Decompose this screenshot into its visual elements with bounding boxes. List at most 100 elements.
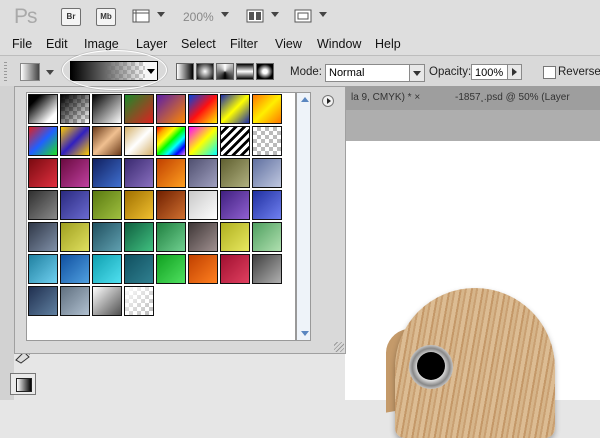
scroll-up-icon[interactable] <box>301 97 309 102</box>
gradient-swatch[interactable] <box>60 254 90 284</box>
gradient-swatch[interactable] <box>220 158 250 188</box>
reverse-checkbox[interactable] <box>543 66 556 79</box>
gradient-swatch[interactable] <box>28 94 58 124</box>
menu-filter[interactable]: Filter <box>230 37 258 51</box>
bridge-button[interactable]: Br <box>61 8 81 26</box>
opacity-label: Opacity: <box>429 66 472 78</box>
gradient-swatch[interactable] <box>92 158 122 188</box>
gradient-tool-icon[interactable] <box>10 373 36 395</box>
gradient-swatch[interactable] <box>124 190 154 220</box>
screen-mode-icon[interactable] <box>294 8 312 24</box>
gradient-swatch[interactable] <box>124 126 154 156</box>
gradient-swatch[interactable] <box>124 254 154 284</box>
gradient-swatch[interactable] <box>92 94 122 124</box>
menu-help[interactable]: Help <box>375 37 401 51</box>
gradient-swatch[interactable] <box>252 222 282 252</box>
chevron-down-icon[interactable] <box>46 70 54 75</box>
opacity-input[interactable]: 100% <box>471 64 508 80</box>
menu-select[interactable]: Select <box>181 37 216 51</box>
gradient-swatch[interactable] <box>188 254 218 284</box>
gradient-swatch[interactable] <box>220 254 250 284</box>
menu-edit[interactable]: Edit <box>46 37 68 51</box>
gradient-swatch[interactable] <box>28 126 58 156</box>
gradient-swatch[interactable] <box>156 254 186 284</box>
gradient-swatch[interactable] <box>92 126 122 156</box>
gradient-swatch[interactable] <box>92 222 122 252</box>
gradient-swatch[interactable] <box>188 190 218 220</box>
diamond-gradient-icon[interactable] <box>256 63 274 80</box>
gradient-swatch[interactable] <box>28 254 58 284</box>
tool-preset-icon[interactable] <box>20 63 40 81</box>
opacity-slider-button[interactable] <box>508 64 522 80</box>
gradient-swatch[interactable] <box>252 254 282 284</box>
gradient-swatch[interactable] <box>220 222 250 252</box>
gradient-swatch[interactable] <box>92 254 122 284</box>
extras-grid-icon[interactable] <box>132 8 150 24</box>
zoom-level[interactable]: 200% <box>183 10 214 24</box>
tab-document-1[interactable]: la 9, CMYK) * × <box>351 92 420 103</box>
gradient-swatch[interactable] <box>188 222 218 252</box>
tools-panel <box>0 86 14 400</box>
document-tabs: la 9, CMYK) * × -1857¸.psd @ 50% (Layer <box>345 86 600 110</box>
gradient-swatch[interactable] <box>92 286 122 316</box>
gradient-swatch[interactable] <box>156 190 186 220</box>
gradient-swatch[interactable] <box>92 190 122 220</box>
gradient-swatch[interactable] <box>252 158 282 188</box>
gradient-swatch[interactable] <box>156 158 186 188</box>
panel-resize-grip[interactable] <box>334 342 344 352</box>
gradient-swatch[interactable] <box>124 94 154 124</box>
gradient-swatch[interactable] <box>28 190 58 220</box>
mode-label: Mode: <box>290 66 322 78</box>
gradient-swatch[interactable] <box>188 94 218 124</box>
gradient-swatch[interactable] <box>252 126 282 156</box>
gradient-swatch[interactable] <box>156 222 186 252</box>
gradient-swatch[interactable] <box>124 222 154 252</box>
gradient-swatch[interactable] <box>28 286 58 316</box>
gradient-swatch[interactable] <box>156 94 186 124</box>
gradient-swatch[interactable] <box>156 126 186 156</box>
gradient-swatch[interactable] <box>60 158 90 188</box>
menu-file[interactable]: File <box>12 37 32 51</box>
chevron-down-icon[interactable] <box>157 12 165 17</box>
reverse-label: Reverse <box>558 66 600 78</box>
chevron-down-icon[interactable] <box>221 12 229 17</box>
scroll-down-icon[interactable] <box>301 331 309 336</box>
gradient-swatch[interactable] <box>252 190 282 220</box>
reflected-gradient-icon[interactable] <box>236 63 254 80</box>
gradient-swatch[interactable] <box>60 126 90 156</box>
angle-gradient-icon[interactable] <box>216 63 234 80</box>
panel-menu-icon[interactable] <box>322 95 334 107</box>
linear-gradient-icon[interactable] <box>176 63 194 80</box>
gradient-swatch[interactable] <box>188 158 218 188</box>
gradient-swatch[interactable] <box>220 190 250 220</box>
arrange-documents-icon[interactable] <box>246 8 264 24</box>
options-bar-grip[interactable] <box>4 62 7 82</box>
gradient-swatch[interactable] <box>220 126 250 156</box>
gradient-swatch[interactable] <box>252 94 282 124</box>
chevron-down-icon[interactable] <box>319 12 327 17</box>
gradient-swatch[interactable] <box>124 158 154 188</box>
chevron-down-icon[interactable] <box>271 12 279 17</box>
application-bar: Ps Br Mb 200% <box>0 0 600 36</box>
gradient-swatch[interactable] <box>28 158 58 188</box>
chevron-down-icon[interactable] <box>409 65 424 81</box>
gradient-swatch[interactable] <box>60 190 90 220</box>
highlight-ellipse <box>62 50 167 90</box>
menu-image[interactable]: Image <box>84 37 119 51</box>
gradient-swatch[interactable] <box>60 94 90 124</box>
gradient-swatch[interactable] <box>124 286 154 316</box>
gradient-swatch[interactable] <box>220 94 250 124</box>
gradient-swatch[interactable] <box>60 222 90 252</box>
grommet-hole <box>417 352 445 380</box>
mode-select[interactable]: Normal <box>325 64 425 82</box>
tab-document-2[interactable]: -1857¸.psd @ 50% (Layer <box>455 92 570 103</box>
swatch-scrollbar[interactable] <box>296 92 311 341</box>
menu-layer[interactable]: Layer <box>136 37 167 51</box>
menu-view[interactable]: View <box>275 37 302 51</box>
gradient-swatch[interactable] <box>60 286 90 316</box>
radial-gradient-icon[interactable] <box>196 63 214 80</box>
gradient-swatch[interactable] <box>188 126 218 156</box>
menu-window[interactable]: Window <box>317 37 361 51</box>
gradient-swatch[interactable] <box>28 222 58 252</box>
mini-bridge-button[interactable]: Mb <box>96 8 116 26</box>
